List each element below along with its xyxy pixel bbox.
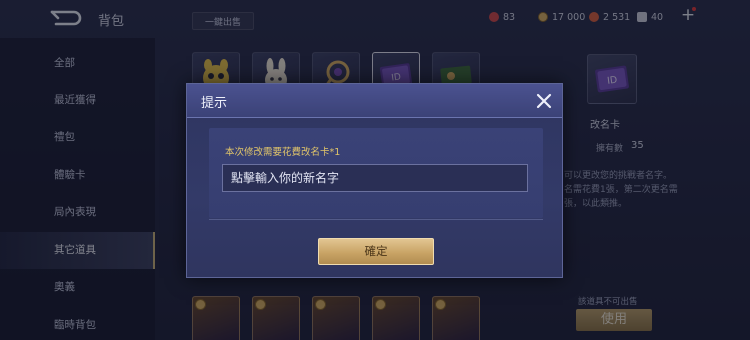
close-icon[interactable] (533, 90, 555, 112)
divider (209, 219, 543, 220)
confirm-button[interactable]: 確定 (318, 238, 434, 265)
dialog-title: 提示 (201, 96, 228, 111)
new-name-input[interactable] (222, 164, 528, 192)
dialog-message: 本次修改需要花費改名卡*1 (225, 147, 341, 158)
dialog-header: 提示 (187, 84, 562, 118)
